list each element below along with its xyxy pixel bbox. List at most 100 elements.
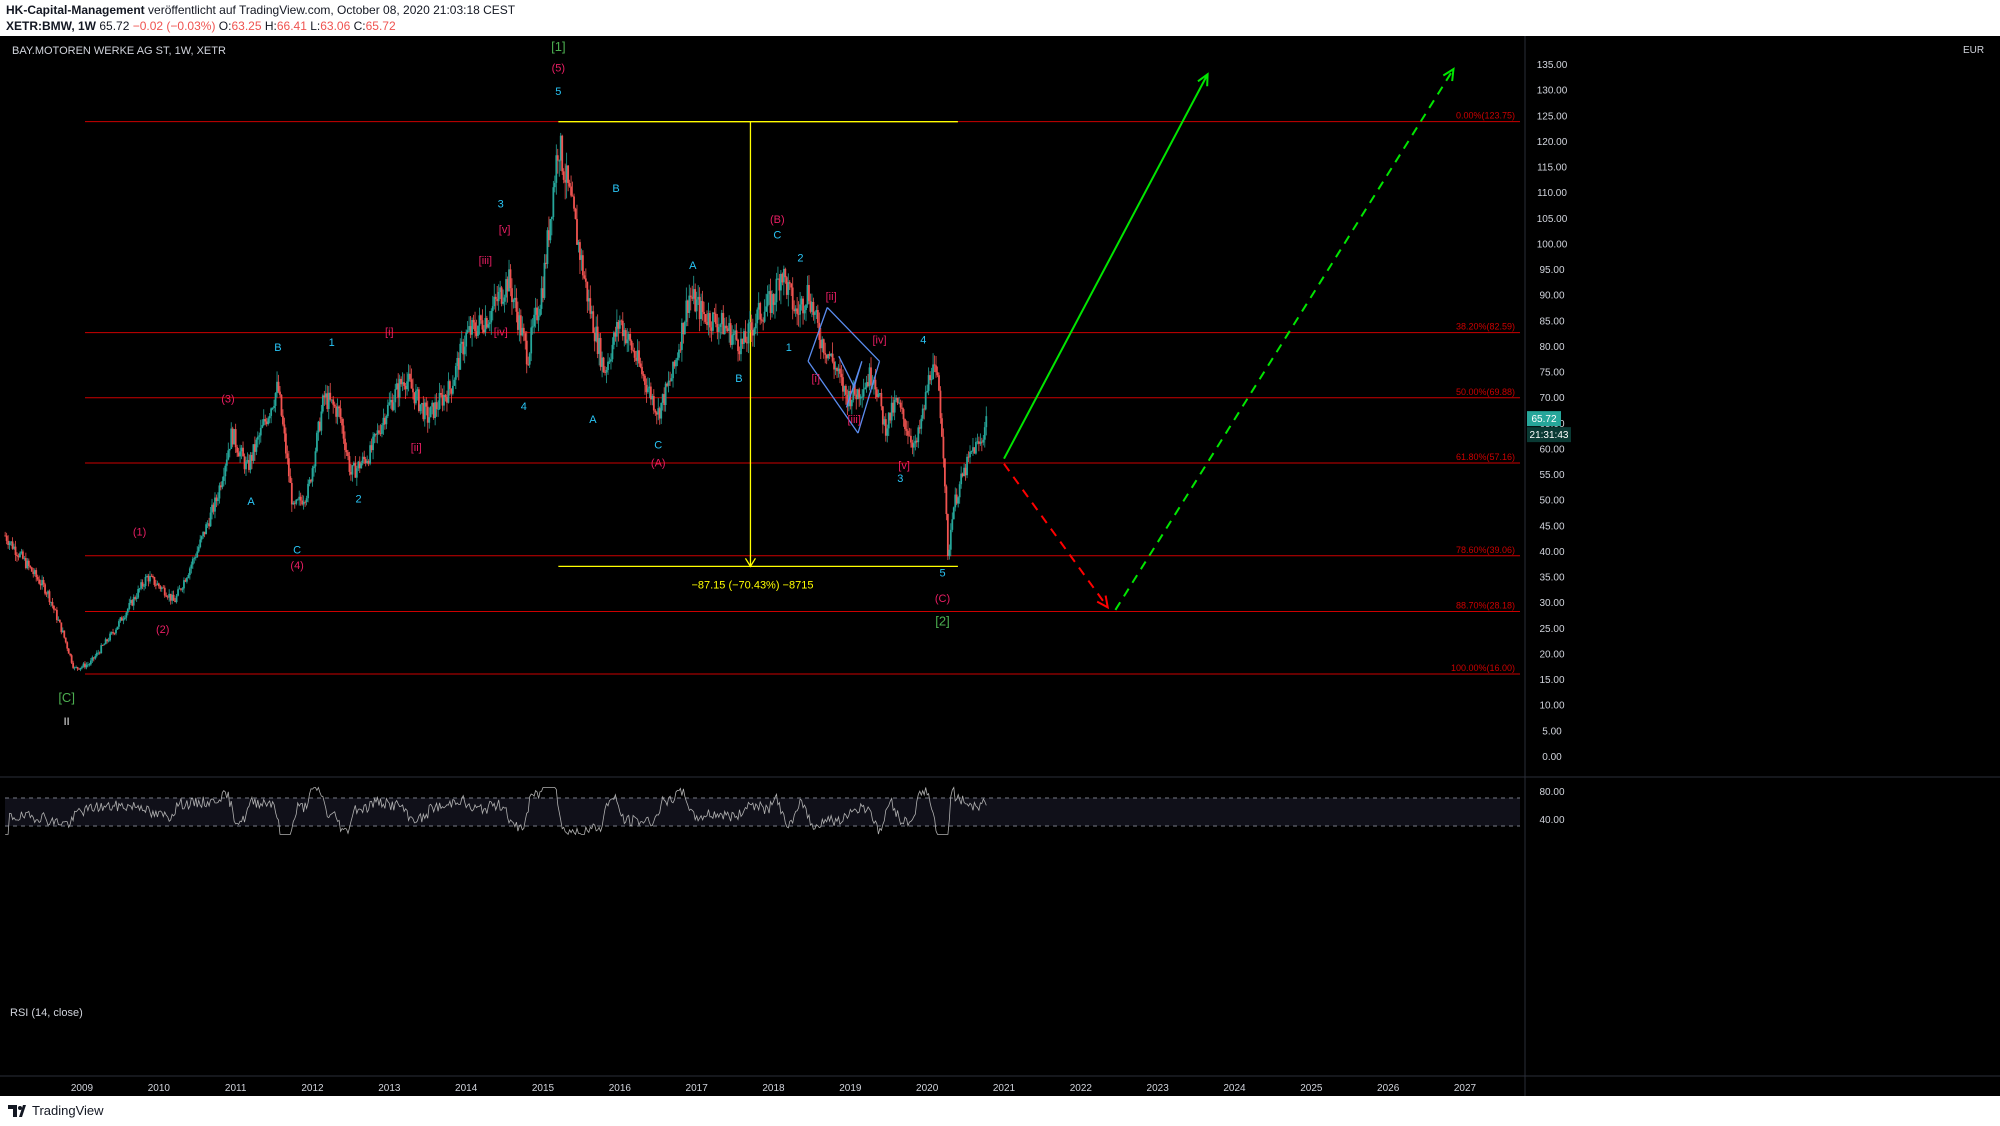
candle-body (440, 393, 442, 395)
candle-body (701, 300, 704, 312)
candle-body (537, 315, 540, 321)
candle-body (571, 195, 574, 197)
wave-label: 2 (356, 493, 362, 505)
candle-body (626, 339, 629, 344)
candle-body (901, 407, 903, 410)
candle-body (791, 287, 794, 310)
wave-label: C (773, 229, 781, 241)
x-tick-label: 2026 (1377, 1083, 1400, 1094)
tradingview-logo-icon (8, 1104, 26, 1117)
candle-body (760, 319, 763, 321)
candle-body (191, 558, 194, 565)
footer: TradingView (0, 1096, 2000, 1126)
wave-label: 1 (786, 342, 792, 354)
candle-body (610, 359, 612, 362)
candle-body (713, 312, 716, 314)
candle-body (425, 402, 428, 407)
y-tick-label: 70.00 (1539, 393, 1564, 404)
candle-body (177, 589, 179, 596)
y-tick-label: 90.00 (1539, 291, 1564, 302)
candle-body (805, 304, 807, 311)
candle-body (153, 577, 156, 585)
candle-body (314, 451, 317, 467)
candle-body (660, 402, 663, 419)
candle-body (451, 385, 454, 394)
candle-body (81, 666, 83, 668)
measure-label: −87.15 (−70.43%) −8715 (691, 579, 813, 591)
candle-body (48, 591, 51, 603)
candle-body (880, 393, 883, 407)
candle-body (196, 551, 199, 558)
candle-body (258, 435, 261, 437)
candle-body (558, 160, 561, 162)
x-tick-label: 2022 (1070, 1083, 1093, 1094)
wave-label: A (689, 260, 697, 272)
candle-body (125, 612, 128, 618)
candle-body (744, 331, 747, 343)
candle-body (949, 529, 952, 550)
publisher-name[interactable]: HK-Capital-Management (6, 3, 145, 17)
y-tick-label: 75.00 (1539, 368, 1564, 379)
price-change: −0.02 (−0.03%) (132, 19, 216, 33)
y-tick-label: 80.00 (1539, 342, 1564, 353)
candle-body (299, 496, 302, 501)
candle-body (676, 357, 679, 360)
candle-body (218, 485, 221, 499)
candle-body (463, 346, 466, 355)
y-tick-label: 25.00 (1539, 624, 1564, 635)
chart-header: HK-Capital-Management veröffentlicht auf… (0, 0, 2000, 36)
candle-body (494, 296, 497, 299)
candle-body (137, 589, 140, 598)
candle-body (497, 291, 500, 302)
candle-body (338, 406, 340, 409)
wave-label: [ii] (826, 291, 837, 303)
candle-body (753, 328, 756, 336)
wave-label: (B) (770, 214, 785, 226)
candle-body (935, 365, 937, 373)
candle-body (267, 418, 270, 425)
candle-body (242, 447, 244, 457)
wave-label: (3) (221, 393, 234, 405)
candle-body (904, 419, 906, 430)
candle-body (333, 404, 336, 407)
candle-body (270, 408, 273, 416)
wave-label: 1 (329, 337, 335, 349)
wave-label: 5 (555, 86, 561, 98)
wave-label: II (64, 716, 70, 728)
candle-body (584, 278, 587, 282)
wave-label: [i] (811, 373, 820, 385)
x-tick-label: 2014 (455, 1083, 478, 1094)
candle-body (524, 333, 527, 341)
y-tick-label: 60.00 (1539, 444, 1564, 455)
candle-body (429, 406, 432, 418)
candle-body (144, 576, 147, 586)
candle-body (654, 410, 657, 413)
y-tick-label: 110.00 (1537, 188, 1567, 199)
candle-body (236, 447, 239, 453)
candle-body (910, 435, 912, 443)
candle-body (813, 312, 816, 315)
wave-label: 5 (939, 568, 945, 580)
candle-body (678, 349, 680, 358)
tradingview-logo[interactable]: TradingView (8, 1103, 104, 1118)
candle-body (861, 396, 864, 398)
candle-body (920, 418, 923, 429)
fib-label: 50.00%(69.88) (1456, 387, 1515, 397)
symbol-name[interactable]: XETR:BMW, 1W (6, 19, 96, 33)
candle-body (329, 392, 332, 400)
candle-body (552, 187, 555, 217)
candle-body (488, 322, 491, 325)
candle-body (576, 218, 578, 245)
candle-body (570, 186, 572, 196)
candle-body (938, 375, 940, 391)
candle-body (712, 312, 714, 331)
candle-body (122, 619, 125, 621)
candle-body (561, 135, 564, 172)
candle-body (135, 597, 138, 599)
low-label: L: (310, 19, 321, 33)
candle-body (67, 648, 70, 654)
candle-body (765, 306, 768, 312)
candle-body (490, 310, 493, 323)
chart-canvas[interactable]: 0.00%(123.75) 38.20%(82.59) 50.00%(69.88) 6… (0, 36, 2000, 1096)
candle-body (66, 642, 69, 649)
